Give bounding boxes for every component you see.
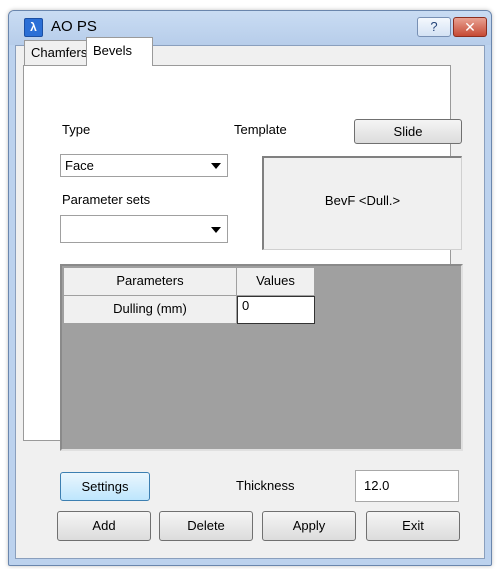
type-select[interactable]: Face [60, 154, 228, 177]
help-button[interactable]: ? [417, 17, 451, 37]
exit-button[interactable]: Exit [366, 511, 460, 541]
grid-row-parameter: Dulling (mm) [64, 296, 237, 324]
tab-chamfers[interactable]: Chamfers [24, 40, 88, 66]
type-label: Type [62, 122, 91, 137]
window-title: AO PS [51, 18, 97, 35]
apply-button[interactable]: Apply [262, 511, 356, 541]
delete-button[interactable]: Delete [159, 511, 253, 541]
close-button[interactable]: ✕ [453, 17, 487, 37]
thickness-label: Thickness [236, 478, 295, 493]
settings-button[interactable]: Settings [60, 472, 150, 501]
add-button[interactable]: Add [57, 511, 151, 541]
grid-header-parameters: Parameters [64, 268, 237, 296]
thickness-input[interactable]: 12.0 [355, 470, 459, 502]
type-select-value: Face [65, 158, 94, 173]
parameters-grid: Parameters Values Dulling (mm) 0 [60, 264, 463, 451]
app-logo-icon: λ [24, 18, 43, 37]
parameter-sets-label: Parameter sets [62, 192, 151, 207]
grid-row-value-input[interactable]: 0 [237, 296, 315, 324]
parameter-sets-select[interactable] [60, 215, 228, 243]
grid-header-values: Values [237, 268, 315, 296]
template-preview: BevF <Dull.> [262, 156, 462, 250]
tab-bevels[interactable]: Bevels [86, 37, 153, 66]
chevron-down-icon [211, 163, 221, 169]
template-label: Template [234, 122, 287, 137]
chevron-down-icon [211, 227, 221, 233]
slide-button[interactable]: Slide [354, 119, 462, 144]
